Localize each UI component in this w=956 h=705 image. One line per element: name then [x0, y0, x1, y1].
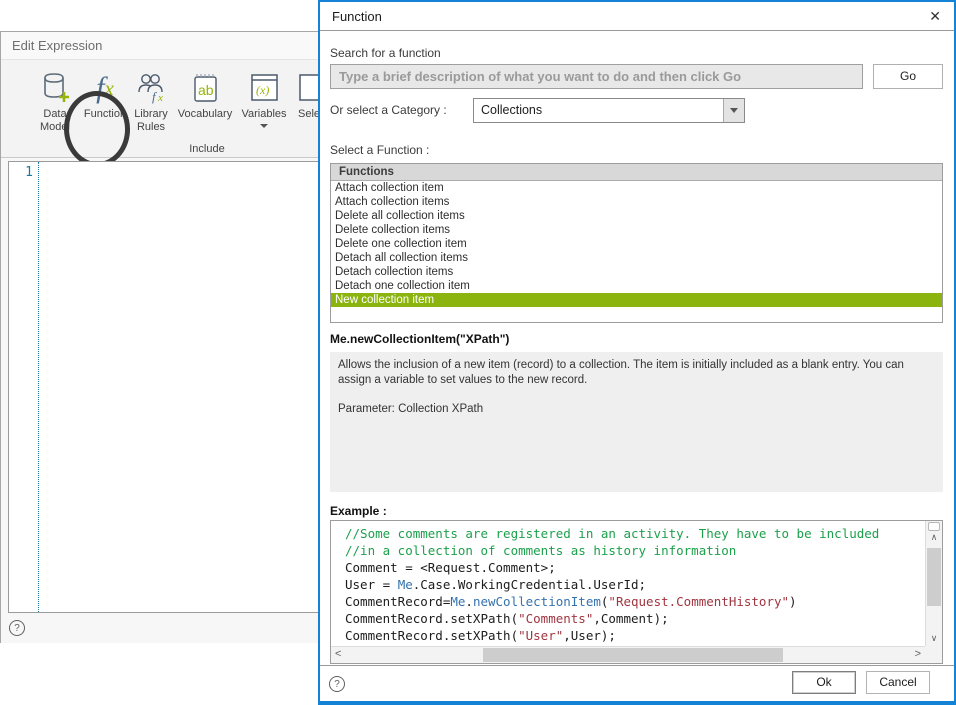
scrollbar-corner	[925, 646, 942, 663]
code-line: CommentRecord.setXPath("Comments",Commen…	[345, 610, 925, 627]
go-button[interactable]: Go	[873, 64, 943, 89]
code-line: CommentRecord.setXPath("User",User);	[345, 627, 925, 644]
close-icon[interactable]: ✕	[929, 2, 941, 31]
splitter-grip[interactable]	[928, 522, 940, 531]
svg-text:ab: ab	[198, 82, 214, 98]
horizontal-scroll-thumb[interactable]	[483, 648, 783, 662]
function-list-item[interactable]: Delete collection items	[331, 223, 942, 237]
function-description: Allows the inclusion of a new item (reco…	[338, 358, 935, 387]
chevron-down-icon	[730, 108, 738, 113]
function-list-item[interactable]: Detach collection items	[331, 265, 942, 279]
library-rules-icon: f x	[134, 70, 168, 106]
ribbon-button-label: Sele	[298, 108, 320, 121]
code-line: User = Me.Case.WorkingCredential.UserId;	[345, 576, 925, 593]
function-dialog: Function ✕ Search for a function Go Or s…	[318, 0, 956, 705]
data-model-icon	[38, 70, 72, 106]
scroll-right-icon[interactable]: >	[915, 648, 921, 660]
scroll-down-icon[interactable]: ∨	[926, 633, 942, 644]
code-line: CommentRecord=Me.newCollectionItem("Requ…	[345, 593, 925, 610]
function-list-item[interactable]: Detach all collection items	[331, 251, 942, 265]
scroll-left-icon[interactable]: <	[335, 648, 341, 660]
category-label: Or select a Category :	[330, 103, 447, 117]
screen: Edit Expression Data Model fx	[0, 0, 956, 705]
vertical-scroll-thumb[interactable]	[927, 548, 941, 606]
ribbon-group-label: Include	[176, 143, 238, 155]
function-list-items: Attach collection itemAttach collection …	[331, 181, 942, 307]
function-signature: Me.newCollectionItem("XPath")	[330, 332, 509, 346]
code-line: Comment = <Request.Comment>;	[345, 559, 925, 576]
vertical-scrollbar[interactable]: ∧ ∨	[925, 521, 942, 646]
example-label: Example :	[330, 504, 387, 518]
dialog-titlebar: Function ✕	[320, 2, 954, 31]
variables-x-glyph: (x)	[256, 83, 269, 97]
dialog-footer: ? Ok Cancel	[320, 665, 954, 701]
help-icon[interactable]: ?	[9, 620, 25, 636]
category-selected-value: Collections	[481, 99, 542, 122]
search-input[interactable]	[330, 64, 863, 89]
function-list-item[interactable]: Attach collection item	[331, 181, 942, 195]
select-function-label: Select a Function :	[330, 143, 429, 157]
ribbon-button-library-rules[interactable]: f x Library Rules	[128, 70, 174, 134]
variables-icon: (x)	[248, 70, 280, 106]
line-number: 1	[9, 165, 38, 180]
ribbon-button-vocabulary[interactable]: ab Vocabulary	[175, 70, 235, 121]
code-line: //Some comments are registered in an act…	[345, 525, 925, 542]
horizontal-scrollbar[interactable]: < >	[331, 646, 925, 663]
function-list-item[interactable]: Delete one collection item	[331, 237, 942, 251]
cancel-button[interactable]: Cancel	[866, 671, 930, 694]
variables-dropdown-arrow-icon[interactable]	[260, 124, 268, 128]
function-list-item[interactable]: Attach collection items	[331, 195, 942, 209]
function-list-item[interactable]: New collection item	[331, 293, 942, 307]
ribbon-button-label: Variables	[241, 108, 286, 121]
help-icon[interactable]: ?	[329, 676, 345, 692]
example-code: //Some comments are registered in an act…	[331, 521, 925, 646]
scroll-up-icon[interactable]: ∧	[926, 532, 942, 543]
code-line: //in a collection of comments as history…	[345, 542, 925, 559]
function-list-item[interactable]: Detach one collection item	[331, 279, 942, 293]
vocabulary-icon: ab	[190, 70, 220, 106]
ribbon-button-label: Vocabulary	[178, 108, 232, 121]
line-number-gutter: 1	[9, 162, 39, 612]
ribbon-button-variables[interactable]: (x) Variables	[239, 70, 289, 128]
combobox-dropdown-button[interactable]	[723, 99, 744, 122]
ok-button[interactable]: Ok	[792, 671, 856, 694]
function-description-box: Allows the inclusion of a new item (reco…	[330, 352, 943, 492]
function-list-header: Functions	[331, 164, 942, 181]
example-code-box: //Some comments are registered in an act…	[330, 520, 943, 664]
edit-expression-title: Edit Expression	[12, 38, 102, 53]
category-combobox[interactable]: Collections	[473, 98, 745, 123]
dialog-title: Function	[332, 2, 382, 31]
ribbon-button-label: Library Rules	[134, 108, 168, 134]
function-list: Functions Attach collection itemAttach c…	[330, 163, 943, 323]
function-list-item[interactable]: Delete all collection items	[331, 209, 942, 223]
search-label: Search for a function	[330, 46, 441, 60]
svg-text:x: x	[157, 92, 163, 104]
function-parameter: Parameter: Collection XPath	[338, 402, 935, 417]
